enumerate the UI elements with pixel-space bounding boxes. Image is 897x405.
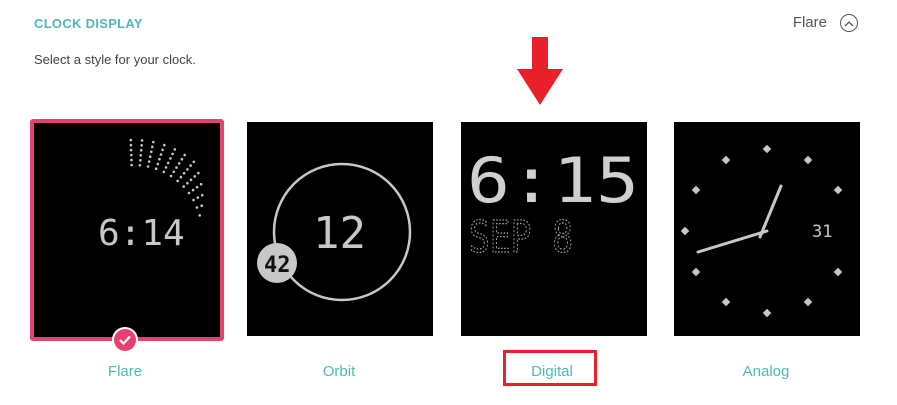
analog-hour-marker bbox=[833, 185, 843, 195]
flare-arc-dot bbox=[129, 143, 133, 147]
analog-hour-marker bbox=[803, 155, 813, 165]
flare-arc-dot bbox=[129, 138, 133, 142]
flare-arc-dot bbox=[139, 154, 143, 157]
analog-hour-marker bbox=[721, 297, 731, 307]
flare-arc-dot bbox=[183, 153, 186, 157]
flare-arc-dot bbox=[129, 148, 133, 152]
flare-arc-dot bbox=[173, 148, 177, 151]
flare-arc-dot bbox=[191, 188, 195, 192]
chevron-up-icon bbox=[844, 20, 854, 26]
analog-hour-marker bbox=[680, 226, 690, 236]
flare-arc-dot bbox=[164, 166, 168, 169]
flare-arc-dot bbox=[189, 164, 192, 167]
flare-arc-dot bbox=[130, 158, 133, 162]
flare-arc-dot bbox=[199, 182, 203, 186]
clock-card-flare[interactable]: 6:14 bbox=[30, 119, 224, 341]
flare-time: 6:14 bbox=[98, 213, 185, 254]
clock-label-analog[interactable]: Analog bbox=[673, 363, 859, 380]
selected-style-value: Flare bbox=[792, 14, 827, 31]
flare-arc-dot bbox=[163, 143, 166, 147]
annotation-highlight-box bbox=[503, 350, 597, 386]
analog-hour-marker bbox=[691, 267, 701, 277]
orbit-center-value: 12 bbox=[313, 208, 366, 259]
flare-arc-dot bbox=[139, 149, 143, 152]
flare-arc-dot bbox=[169, 157, 172, 160]
analog-clock-face: 31 bbox=[674, 122, 860, 336]
flare-arc-dot bbox=[158, 157, 161, 161]
flare-arc-dot bbox=[130, 163, 133, 167]
clock-card-analog[interactable]: 31 bbox=[674, 120, 860, 338]
flare-arc-dot bbox=[156, 162, 160, 166]
flare-arc-dot bbox=[195, 185, 199, 189]
flare-arc-dot bbox=[197, 171, 200, 175]
flare-arc-dot bbox=[159, 153, 163, 156]
flare-arc-dot bbox=[130, 153, 133, 157]
analog-hour-marker bbox=[762, 144, 772, 154]
flare-arc-dot bbox=[200, 193, 204, 197]
flare-arc-dot bbox=[150, 150, 153, 154]
digital-time: 6:15 bbox=[467, 144, 639, 217]
flare-arc-dot bbox=[196, 196, 200, 199]
flare-arc-dot bbox=[162, 170, 166, 174]
flare-arc-dot bbox=[140, 144, 143, 147]
orbit-badge-value: 42 bbox=[264, 253, 291, 278]
flare-arc-dot bbox=[193, 175, 196, 178]
flare-arc-dot bbox=[187, 191, 191, 195]
flare-arc-dot bbox=[147, 160, 151, 163]
analog-date-value: 31 bbox=[812, 222, 832, 242]
flare-clock-face: 6:14 bbox=[30, 119, 224, 341]
flare-arc-dot bbox=[195, 206, 199, 209]
flare-arc-dot bbox=[186, 181, 189, 185]
flare-arc-dot bbox=[176, 179, 179, 183]
flare-arc-dot bbox=[200, 204, 203, 207]
flare-arc-dot bbox=[152, 140, 155, 144]
flare-arc-dot bbox=[146, 165, 150, 168]
flare-arc-dot bbox=[151, 145, 154, 149]
flare-arc-dot bbox=[189, 178, 193, 182]
analog-hour-marker bbox=[691, 185, 701, 195]
flare-arc-dot bbox=[169, 174, 173, 178]
flare-arc-dot bbox=[161, 148, 164, 152]
flare-arc-dot bbox=[175, 166, 178, 169]
flare-arc-dot bbox=[140, 139, 144, 142]
digital-date: SEP 8 bbox=[469, 212, 573, 263]
section-title: CLOCK DISPLAY bbox=[34, 16, 143, 31]
clock-label-flare[interactable]: Flare bbox=[32, 363, 218, 380]
annotation-arrow-icon bbox=[517, 37, 563, 105]
clock-card-orbit[interactable]: 12 42 bbox=[247, 120, 433, 338]
flare-arc-dot bbox=[171, 152, 174, 156]
section-subtitle: Select a style for your clock. bbox=[34, 52, 196, 67]
flare-arc-dot bbox=[166, 161, 170, 165]
collapse-button[interactable] bbox=[840, 14, 858, 32]
analog-hour-marker bbox=[762, 308, 772, 318]
flare-arc-dot bbox=[138, 164, 142, 167]
flare-arc-dot bbox=[148, 155, 152, 158]
flare-arc-dot bbox=[198, 214, 201, 217]
flare-arc-dot bbox=[177, 162, 181, 165]
flare-arc-dot bbox=[180, 157, 184, 161]
clock-card-digital[interactable]: 6:15 SEP 8 bbox=[461, 120, 647, 338]
flare-arc-dot bbox=[179, 175, 183, 179]
analog-hour-marker bbox=[833, 267, 843, 277]
digital-clock-face: 6:15 SEP 8 bbox=[461, 122, 647, 336]
flare-arc-dot bbox=[182, 171, 186, 175]
flare-arc-dot bbox=[172, 170, 176, 174]
analog-hour-marker bbox=[803, 297, 813, 307]
flare-arc-dot bbox=[192, 160, 196, 164]
orbit-clock-face: 12 42 bbox=[247, 122, 433, 336]
flare-arc-dot bbox=[186, 168, 189, 171]
clock-label-orbit[interactable]: Orbit bbox=[246, 363, 432, 380]
flare-arc-dot bbox=[192, 198, 195, 202]
flare-arc-dot bbox=[182, 185, 185, 188]
analog-hour-marker bbox=[721, 155, 731, 165]
flare-arc-dot bbox=[154, 167, 158, 170]
check-badge-icon bbox=[112, 327, 138, 353]
flare-arc-dot bbox=[139, 159, 142, 162]
